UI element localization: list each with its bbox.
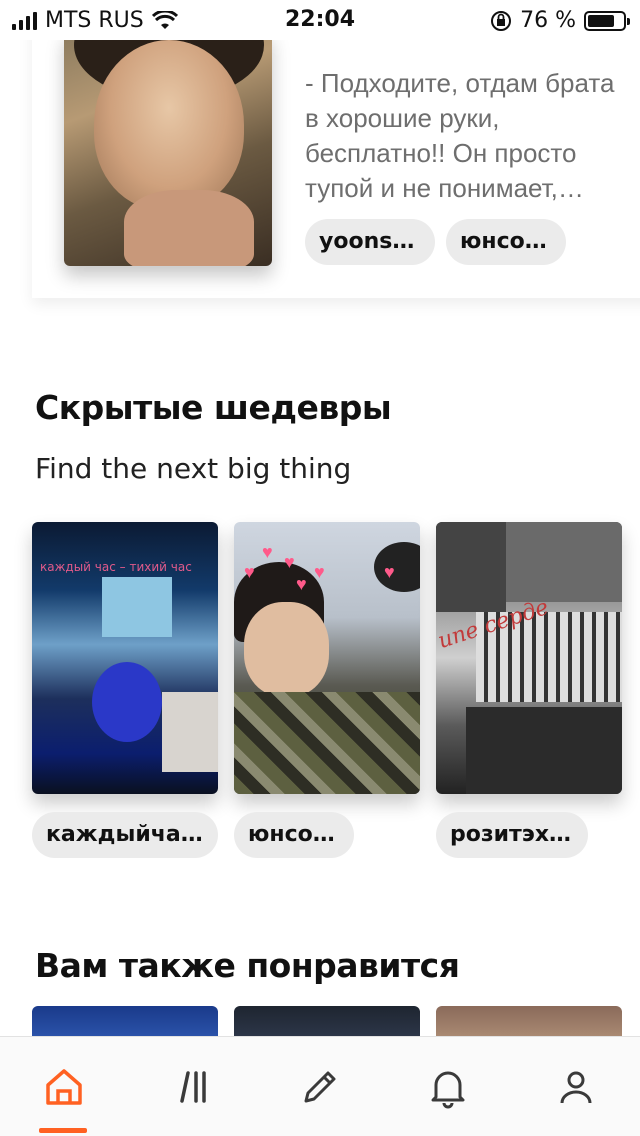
story-excerpt: - Подходите, отдам брата в хорошие руки,…	[305, 68, 615, 203]
story-tag[interactable]: юнсоки	[446, 219, 566, 265]
book-tag[interactable]: юнсоки	[234, 812, 354, 858]
book-cover[interactable]: une серде	[436, 522, 622, 794]
section-subtitle: Find the next big thing	[35, 452, 352, 485]
section-title-also-like: Вам также понравится	[35, 946, 460, 985]
nav-write[interactable]	[275, 1037, 365, 1136]
nav-profile[interactable]	[531, 1037, 621, 1136]
book-cover[interactable]: каждый час – тихий час	[32, 522, 218, 794]
rotation-lock-icon	[491, 10, 512, 31]
battery-percent: 76 %	[520, 8, 576, 33]
story-tag[interactable]: yoonseok	[305, 219, 435, 265]
book-tag[interactable]: розитэхен	[436, 812, 588, 858]
book-cover[interactable]: ♥ ♥ ♥ ♥ ♥ ♥	[234, 522, 420, 794]
story-cover-image[interactable]	[64, 30, 272, 266]
status-bar: MTS RUS 22:04 76 %	[0, 0, 640, 40]
nav-home[interactable]	[19, 1037, 109, 1136]
section-title-hidden-gems: Скрытые шедевры	[35, 388, 392, 427]
book-tag[interactable]: каждыйча...	[32, 812, 218, 858]
library-icon	[180, 1070, 206, 1103]
nav-library[interactable]	[147, 1037, 237, 1136]
profile-icon	[560, 1071, 592, 1103]
nav-notifications[interactable]	[403, 1037, 493, 1136]
bottom-nav	[0, 1036, 640, 1136]
pencil-icon	[304, 1071, 336, 1102]
status-right: 76 %	[490, 8, 630, 33]
battery-fill	[588, 14, 614, 27]
nav-active-indicator	[39, 1127, 87, 1133]
battery-icon	[584, 10, 630, 31]
bell-icon	[431, 1071, 465, 1108]
home-icon	[46, 1068, 82, 1105]
